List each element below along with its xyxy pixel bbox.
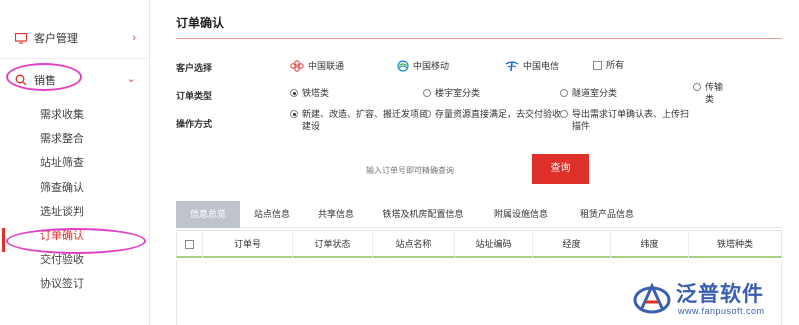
sidebar-group-customer[interactable]: 客户管理 › <box>0 18 150 58</box>
active-indicator <box>2 228 5 252</box>
option-label: 隧道室分类 <box>572 88 618 98</box>
tab-lease-info[interactable]: 租赁产品信息 <box>564 201 650 228</box>
operation-option[interactable]: 存量资源直接满足，去交付验收 <box>423 108 561 120</box>
tab-bar: 信息总览 站点信息 共享信息 铁塔及机房配置信息 附属设施信息 租赁产品信息 <box>176 201 782 228</box>
option-label: 存量资源直接满足，去交付验收 <box>435 109 562 119</box>
all-label: 所有 <box>606 60 625 70</box>
sidebar-item-agreement[interactable]: 协议签订 <box>0 272 150 296</box>
option-label: 新建、改造、扩容、搬迁发项目建设 <box>302 109 429 131</box>
operation-option[interactable]: 导出需求订单确认表、上传扫描件 <box>560 108 696 132</box>
checkbox-box[interactable] <box>593 61 602 70</box>
fanpusoft-logo: 泛普软件 www.fanpusoft.com <box>632 278 796 320</box>
radio-button[interactable] <box>560 110 568 118</box>
main-content: 订单确认 客户选择 中国联通 中国移动 中国电信 所有 订单类型 铁塔类 楼宇室… <box>160 0 799 325</box>
order-type-option[interactable]: 楼宇室分类 <box>423 87 480 99</box>
sidebar-item-site-screen[interactable]: 站址筛查 <box>0 151 150 175</box>
radio-button[interactable] <box>423 89 431 97</box>
column-header[interactable]: 站点名称 <box>373 229 455 258</box>
all-checkbox[interactable]: 所有 <box>593 59 624 71</box>
chevron-right-icon: › <box>132 32 136 44</box>
radio-button[interactable] <box>290 89 298 97</box>
select-all-checkbox[interactable] <box>185 239 194 249</box>
column-header[interactable]: 经度 <box>533 229 611 258</box>
search-button[interactable]: 查询 <box>532 154 589 184</box>
tab-facility-info[interactable]: 附属设施信息 <box>478 201 564 228</box>
operation-option[interactable]: 新建、改造、扩容、搬迁发项目建设 <box>290 108 436 132</box>
option-label: 传输类 <box>705 82 724 104</box>
sidebar-item-demand-merge[interactable]: 需求整合 <box>0 127 150 151</box>
column-header[interactable]: 纬度 <box>611 229 689 258</box>
order-type-option[interactable]: 传输类 <box>693 81 727 105</box>
tab-site-info[interactable]: 站点信息 <box>240 201 304 228</box>
column-header[interactable]: 订单状态 <box>293 229 373 258</box>
carrier-telecom[interactable]: 中国电信 <box>505 59 559 72</box>
operation-label: 操作方式 <box>176 119 213 129</box>
sidebar-item-screen-confirm[interactable]: 筛查确认 <box>0 176 150 200</box>
carrier-unicom[interactable]: 中国联通 <box>290 59 344 72</box>
tab-overview[interactable]: 信息总览 <box>176 201 240 228</box>
logo-url: www.fanpusoft.com <box>678 306 765 316</box>
radio-button[interactable] <box>423 110 431 118</box>
customer-select-label: 客户选择 <box>176 63 213 73</box>
order-search-input[interactable] <box>356 156 532 184</box>
sidebar: 客户管理 › 销售 ⌄ 需求收集 需求整合 站址筛查 筛查确认 选址谈判 订单确… <box>0 0 150 325</box>
option-label: 铁塔类 <box>302 88 330 98</box>
sidebar-item-site-negotiate[interactable]: 选址谈判 <box>0 200 150 224</box>
select-all-cell[interactable] <box>177 229 203 258</box>
option-label: 楼宇室分类 <box>435 88 481 98</box>
table-header: 订单号 订单状态 站点名称 站址编码 经度 纬度 铁塔种类 <box>176 229 782 258</box>
tab-share-info[interactable]: 共享信息 <box>304 201 368 228</box>
carrier-label: 中国电信 <box>523 61 560 71</box>
sidebar-sub-list: 需求收集 需求整合 站址筛查 筛查确认 选址谈判 订单确认 交付验收 协议签订 <box>0 103 150 297</box>
fanpusoft-logo-icon <box>633 282 671 314</box>
china-unicom-icon <box>290 59 304 72</box>
column-header[interactable]: 站址编码 <box>455 229 533 258</box>
highlight-oval <box>6 63 82 91</box>
option-label: 导出需求订单确认表、上传扫描件 <box>572 109 690 131</box>
order-type-option[interactable]: 铁塔类 <box>290 87 329 99</box>
sidebar-group-label: 客户管理 <box>34 33 78 45</box>
page-title: 订单确认 <box>176 16 225 30</box>
highlight-oval <box>6 228 146 254</box>
radio-button[interactable] <box>693 83 701 91</box>
radio-button[interactable] <box>290 110 298 118</box>
carrier-label: 中国移动 <box>413 61 450 71</box>
tab-tower-config[interactable]: 铁塔及机房配置信息 <box>368 201 478 228</box>
chevron-down-icon: ⌄ <box>126 73 136 85</box>
title-underline <box>176 38 782 39</box>
monitor-icon <box>14 31 28 45</box>
order-type-option[interactable]: 隧道室分类 <box>560 87 617 99</box>
carrier-label: 中国联通 <box>308 61 345 71</box>
order-type-label: 订单类型 <box>176 91 213 101</box>
column-header[interactable]: 订单号 <box>203 229 293 258</box>
china-mobile-icon <box>397 59 409 72</box>
sidebar-item-demand-collect[interactable]: 需求收集 <box>0 103 150 127</box>
logo-name: 泛普软件 <box>676 282 764 306</box>
radio-button[interactable] <box>560 89 568 97</box>
carrier-mobile[interactable]: 中国移动 <box>397 59 449 72</box>
china-telecom-icon <box>505 60 519 71</box>
divider <box>0 58 150 59</box>
column-header[interactable]: 铁塔种类 <box>689 230 781 258</box>
